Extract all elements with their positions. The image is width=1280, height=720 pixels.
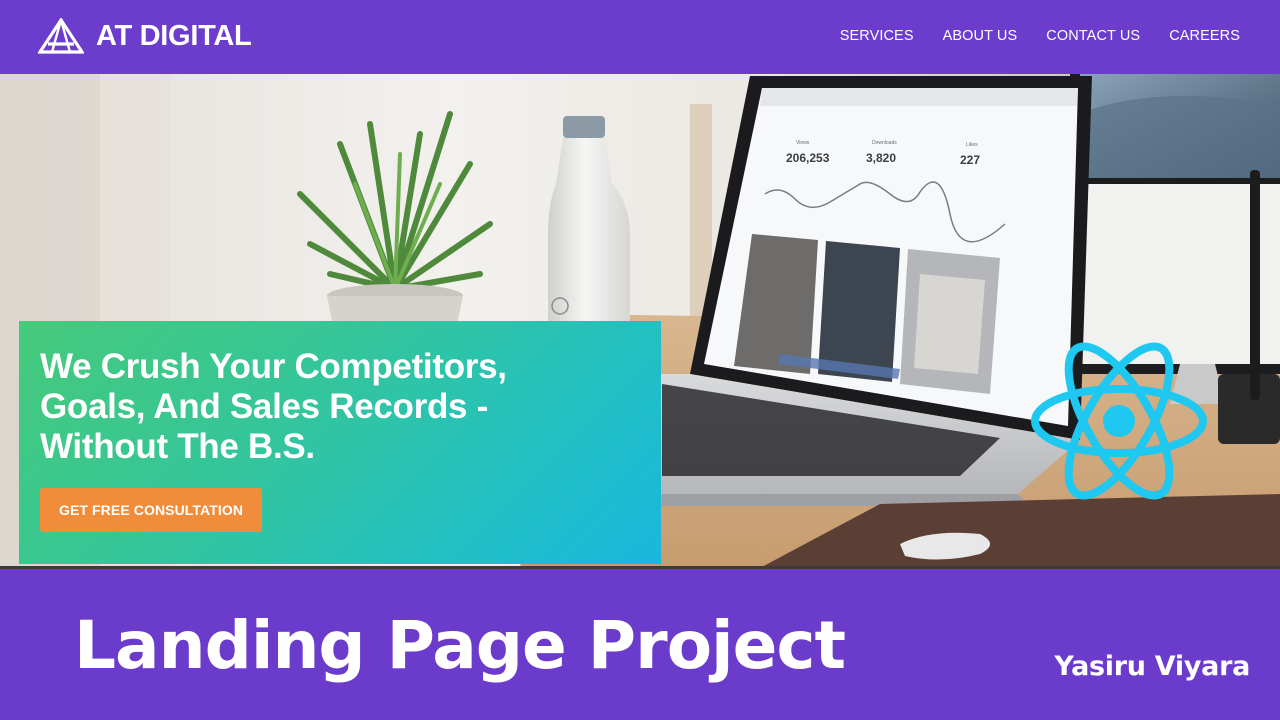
nav-link-services[interactable]: SERVICES <box>840 27 914 45</box>
stat-value-views: 206,253 <box>786 151 830 165</box>
nav-link-contact-us[interactable]: CONTACT US <box>1046 27 1140 45</box>
nav-link-careers[interactable]: CAREERS <box>1169 27 1240 45</box>
hero-card: We Crush Your Competitors, Goals, And Sa… <box>19 321 661 564</box>
main-nav: SERVICES ABOUT US CONTACT US CAREERS <box>840 27 1240 45</box>
project-banner: Landing Page Project Yasiru Viyara <box>0 566 1280 720</box>
triangle-logo-icon <box>38 18 84 54</box>
stat-label-views: Views <box>796 140 810 146</box>
project-title: Landing Page Project <box>74 607 846 684</box>
author-name: Yasiru Viyara <box>1054 651 1250 682</box>
stat-value-downloads: 3,820 <box>866 151 896 165</box>
hero-headline-line-1: We Crush Your Competitors, <box>40 347 507 386</box>
react-logo-icon <box>1031 342 1207 500</box>
brand-name: AT DIGITAL <box>96 20 252 52</box>
top-navbar: AT DIGITAL SERVICES ABOUT US CONTACT US … <box>0 0 1280 74</box>
stat-value-likes: 227 <box>960 153 980 167</box>
hero-headline-line-2: Goals, And Sales Records - <box>40 387 488 426</box>
get-free-consultation-button[interactable]: GET FREE CONSULTATION <box>40 488 262 532</box>
brand-home-link[interactable]: AT DIGITAL <box>38 18 252 54</box>
hero-headline: We Crush Your Competitors, Goals, And Sa… <box>40 347 640 467</box>
stat-label-likes: Likes <box>966 142 978 148</box>
nav-link-about-us[interactable]: ABOUT US <box>943 27 1018 45</box>
hero-headline-line-3: Without The B.S. <box>40 427 315 466</box>
stat-label-downloads: Downloads <box>872 140 897 146</box>
